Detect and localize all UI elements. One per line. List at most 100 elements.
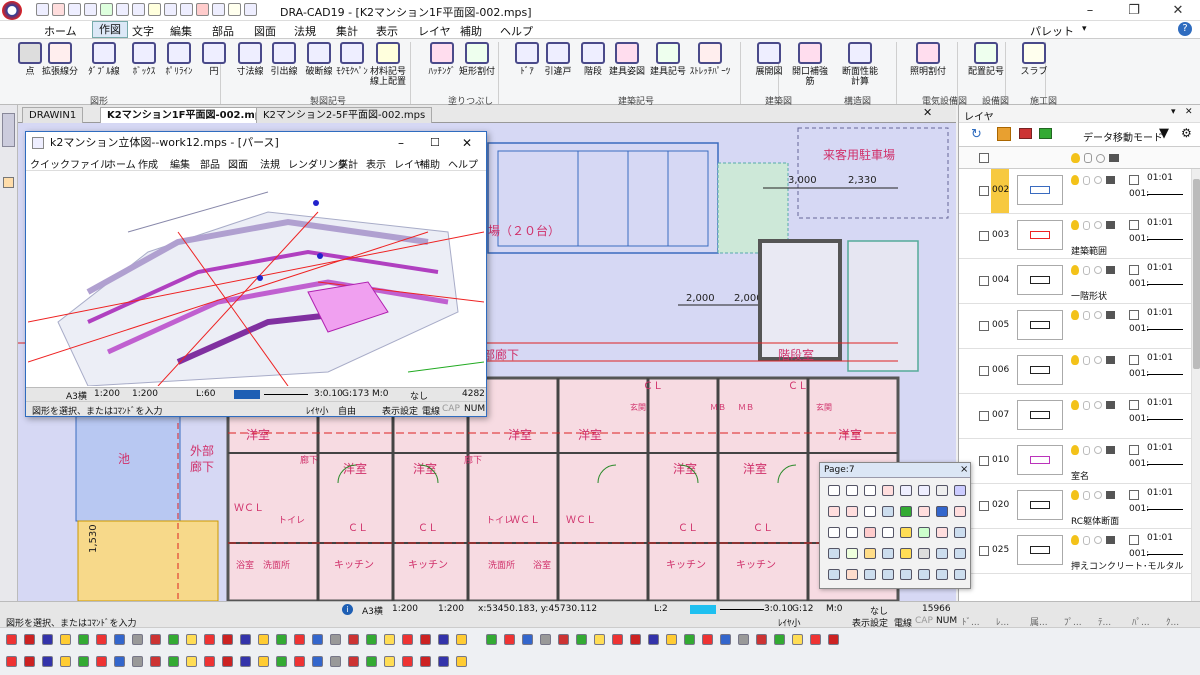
toolbar-tool-icon[interactable] (348, 656, 359, 667)
layer-row[interactable]: 003 01:01 001: 建築範囲 (959, 214, 1200, 259)
perspective-menu-3[interactable]: 作成 (138, 156, 158, 171)
snap-target-icon[interactable] (1096, 154, 1105, 163)
toolbar-tool-icon[interactable] (258, 656, 269, 667)
toolbar-tool-icon[interactable] (276, 634, 287, 645)
print-layer-icon[interactable] (1109, 154, 1119, 162)
toolbar-tool-icon[interactable] (24, 656, 35, 667)
toolbar-tool-icon[interactable] (348, 634, 359, 645)
menu-3[interactable]: 編集 (170, 23, 192, 39)
help-icon[interactable]: ? (1178, 22, 1192, 36)
toolbar-tool-icon[interactable] (438, 656, 449, 667)
palette-tool-icon[interactable] (918, 506, 930, 517)
toolbar-tool-icon[interactable] (186, 634, 197, 645)
app-logo[interactable] (2, 1, 22, 20)
toolbar-tool-icon[interactable] (150, 634, 161, 645)
lock-icon[interactable] (1083, 356, 1090, 365)
menu-9[interactable]: レイヤ (418, 23, 451, 39)
monitor-red-icon[interactable] (1019, 128, 1032, 139)
toolbar-tool-icon[interactable] (312, 656, 323, 667)
palette-tool-icon[interactable] (864, 548, 876, 559)
toolbar-tool-icon[interactable] (132, 656, 143, 667)
toolbar-tool-icon[interactable] (456, 656, 467, 667)
layer-color-checkbox[interactable] (1129, 490, 1139, 500)
undo-icon[interactable] (116, 3, 129, 16)
wire-button[interactable]: 電線 (422, 404, 440, 417)
toolbar-tool-icon[interactable] (438, 634, 449, 645)
palette-tool-icon[interactable] (936, 548, 948, 559)
toolbar-tool-icon[interactable] (720, 634, 731, 645)
palette-tool-icon[interactable] (882, 548, 894, 559)
menu-11[interactable]: ヘルプ (500, 23, 533, 39)
palette-tool-icon[interactable] (936, 506, 948, 517)
palette-tool-icon[interactable] (846, 485, 858, 496)
snap-icon[interactable] (1094, 356, 1102, 364)
printer-icon[interactable] (1106, 536, 1115, 544)
lock-icon[interactable] (1083, 176, 1090, 185)
toolbar-tool-icon[interactable] (738, 634, 749, 645)
toolbar-tool-icon[interactable] (420, 656, 431, 667)
lock-icon[interactable] (1083, 221, 1090, 230)
toolbar-tool-icon[interactable] (60, 656, 71, 667)
palette-tool-icon[interactable] (900, 485, 912, 496)
toolbar-tool-icon[interactable] (96, 656, 107, 667)
chevron-down-icon[interactable]: ▾ (1082, 24, 1087, 34)
toolbar-tool-icon[interactable] (456, 634, 467, 645)
toolbar-tool-icon[interactable] (774, 634, 785, 645)
toolbar-tool-icon[interactable] (702, 634, 713, 645)
lock-icon[interactable] (1083, 311, 1090, 320)
printer-icon[interactable] (1106, 221, 1115, 229)
monitor-green-icon[interactable] (1039, 128, 1052, 139)
toolbar-tool-icon[interactable] (6, 656, 17, 667)
bulb-icon[interactable] (1071, 265, 1079, 275)
toolbar-tool-icon[interactable] (150, 656, 161, 667)
perspective-window-titlebar[interactable]: k2マンション立体図--work12.mps - [パース] – ☐ ✕ (26, 132, 486, 154)
ribbon-button-20[interactable]: 開口補強筋 (788, 42, 832, 92)
toolbar-tool-icon[interactable] (402, 634, 413, 645)
toolbar-tool-icon[interactable] (294, 634, 305, 645)
bulb-icon[interactable] (1071, 220, 1079, 230)
toolbar-tool-icon[interactable] (222, 656, 233, 667)
toolbar-tool-icon[interactable] (792, 634, 803, 645)
perspective-menu-5[interactable]: 部品 (200, 156, 220, 171)
layer-checkbox[interactable] (979, 456, 989, 466)
ribbon-button-23[interactable]: 配置記号 (964, 42, 1008, 92)
toolbar-tool-icon[interactable] (240, 656, 251, 667)
printer-icon[interactable] (1106, 491, 1115, 499)
palette-tool-icon[interactable] (882, 569, 894, 580)
snap-icon[interactable] (1094, 176, 1102, 184)
tab-close-icon[interactable]: ✕ (923, 106, 932, 119)
layer-color-checkbox[interactable] (1129, 400, 1139, 410)
menu-6[interactable]: 法規 (294, 23, 316, 39)
toolbar-tool-icon[interactable] (684, 634, 695, 645)
properties-icon[interactable] (212, 3, 225, 16)
toolbar-tool-icon[interactable] (540, 634, 551, 645)
palette-tool-icon[interactable] (918, 548, 930, 559)
layer-checkbox[interactable] (979, 276, 989, 286)
layer-color-checkbox[interactable] (1129, 265, 1139, 275)
toolbar-tool-icon[interactable] (222, 634, 233, 645)
palette-tool-icon[interactable] (954, 485, 966, 496)
palette-tool-icon[interactable] (954, 569, 966, 580)
line-type-sample[interactable] (264, 394, 308, 395)
copy-icon[interactable] (164, 3, 177, 16)
snap-icon[interactable] (1094, 536, 1102, 544)
menu-0[interactable]: ホーム (44, 23, 77, 39)
layer-color-checkbox[interactable] (1129, 310, 1139, 320)
toolbar-tool-icon[interactable] (366, 656, 377, 667)
palette-tool-icon[interactable] (918, 527, 930, 538)
ribbon-button-18[interactable]: ｽﾄﾚｯﾁﾊﾟｰﾂ (688, 42, 732, 92)
palette-tool-icon[interactable] (882, 506, 894, 517)
tab-2-5f-plan[interactable]: K2マンション2-5F平面図-002.mps (256, 107, 433, 123)
perspective-menu-12[interactable]: 補助 (420, 156, 440, 171)
toolbar-tool-icon[interactable] (168, 656, 179, 667)
palette-titlebar[interactable]: Page:7 × (820, 463, 970, 478)
tab-1f-plan[interactable]: K2マンション1F平面図-002.mps (100, 107, 275, 123)
perspective-menu-10[interactable]: 表示 (366, 156, 386, 171)
palette-tool-icon[interactable] (918, 569, 930, 580)
pin-icon[interactable]: ▾ (1171, 107, 1176, 117)
toolbar-tool-icon[interactable] (78, 634, 89, 645)
printer-icon[interactable] (1106, 266, 1115, 274)
toolbar-tool-icon[interactable] (402, 656, 413, 667)
palette-tool-icon[interactable] (864, 569, 876, 580)
menu-8[interactable]: 表示 (376, 23, 398, 39)
